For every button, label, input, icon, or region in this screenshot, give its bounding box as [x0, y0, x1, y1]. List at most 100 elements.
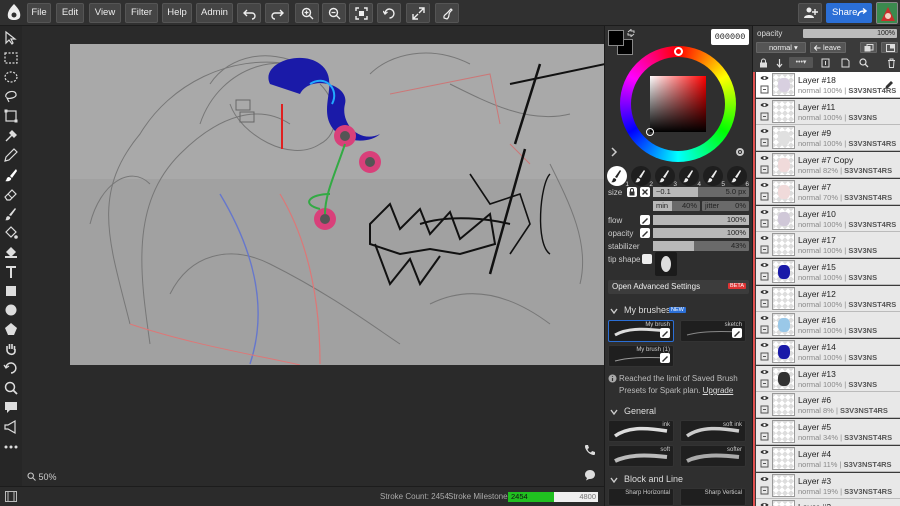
layer-row[interactable]: Layer #4 normal 11% | S3V3NST4RS [756, 445, 900, 472]
layer-row[interactable]: Layer #5 normal 34% | S3V3NST4RS [756, 419, 900, 446]
edit-layer-icon[interactable] [884, 80, 894, 90]
eye-icon[interactable] [760, 315, 769, 321]
blend-mode-select[interactable]: normal ▾ [756, 42, 806, 53]
eye-icon[interactable] [760, 128, 769, 134]
eye-icon[interactable] [760, 342, 769, 348]
redo-button[interactable] [265, 3, 289, 23]
layer-lock-icon[interactable] [760, 459, 769, 468]
flow-pressure-toggle[interactable] [640, 215, 650, 225]
chevron-down-icon[interactable] [610, 477, 618, 483]
layer-row[interactable]: Layer #7 normal 70% | S3V3NST4RS [756, 178, 900, 205]
layer-row[interactable]: Layer #3 normal 19% | S3V3NST4RS [756, 472, 900, 499]
eye-icon[interactable] [760, 476, 769, 482]
share-drawing-button[interactable] [435, 3, 459, 23]
hand-icon[interactable] [3, 341, 19, 357]
layer-row[interactable]: Layer #10 normal 100% | S3V3NST4RS [756, 205, 900, 232]
menu-edit[interactable]: Edit [56, 3, 84, 23]
eye-icon[interactable] [760, 235, 769, 241]
select-ellipse-icon[interactable] [3, 69, 19, 85]
chevron-down-icon[interactable] [610, 308, 618, 314]
brush-preset-soft[interactable]: soft [608, 445, 674, 467]
layer-opacity-slider[interactable]: 100% [803, 29, 897, 38]
rotate-view-button[interactable] [377, 3, 401, 23]
eye-icon[interactable] [760, 369, 769, 375]
primary-color-swatch[interactable] [608, 30, 624, 46]
eye-icon[interactable] [760, 75, 769, 81]
lasso-icon[interactable] [3, 88, 19, 104]
size-slider[interactable]: ~0.1 5.0 px [653, 187, 749, 197]
undo-button[interactable] [237, 3, 261, 23]
layer-lock-icon[interactable] [760, 379, 769, 388]
ellipse-icon[interactable] [3, 302, 19, 318]
layer-lock-icon[interactable] [760, 219, 769, 228]
brush-type-4[interactable]: 4 [679, 166, 701, 188]
jitter-slider[interactable]: jitter 0% [702, 201, 749, 211]
menu-filter[interactable]: Filter [125, 3, 158, 23]
transform-icon[interactable] [3, 108, 19, 124]
filmstrip-icon[interactable] [5, 491, 17, 502]
layer-lock-icon[interactable] [760, 325, 769, 334]
size-lock-button[interactable] [627, 187, 637, 197]
chat-icon[interactable] [584, 469, 596, 481]
min-slider[interactable]: min 40% [653, 201, 700, 211]
layer-row[interactable]: Layer #6 normal 8% | S3V3NST4RS [756, 392, 900, 419]
edit-preset-button[interactable] [732, 328, 742, 338]
size-close-button[interactable] [640, 187, 650, 197]
select-rect-icon[interactable] [3, 50, 19, 66]
layer-lock-icon[interactable] [760, 245, 769, 254]
fill-bucket-icon[interactable] [3, 225, 19, 241]
menu-view[interactable]: View [89, 3, 121, 23]
leave-button[interactable]: leave [810, 42, 846, 53]
brush-type-5[interactable]: 5 [703, 166, 725, 188]
zoom-indicator[interactable]: 50% [27, 472, 57, 482]
zoom-out-button[interactable] [322, 3, 346, 23]
layer-lock-icon[interactable] [760, 138, 769, 147]
brush-preset-sharp-horizontal[interactable]: Sharp Horizontal [608, 488, 674, 506]
brush-preset-my-brush[interactable]: My brush [608, 320, 674, 342]
brush-preset-softer[interactable]: softer [680, 445, 746, 467]
text-icon[interactable] [3, 264, 19, 280]
stabilizer-slider[interactable]: 43% [653, 241, 749, 251]
layer-lock-icon[interactable] [760, 192, 769, 201]
gradient-icon[interactable] [3, 244, 19, 260]
tip-shape-preview[interactable] [655, 252, 677, 276]
eye-icon[interactable] [760, 262, 769, 268]
brush-preset-my-brush-1[interactable]: My brush (1) [608, 345, 674, 367]
edit-preset-button[interactable] [660, 328, 670, 338]
color-picker-handle[interactable] [646, 128, 654, 136]
opacity-slider[interactable]: 100% [653, 228, 749, 238]
menu-file[interactable]: File [27, 3, 51, 23]
layer-lock-icon[interactable] [760, 272, 769, 281]
layer-lock-icon[interactable] [760, 486, 769, 495]
megaphone-icon[interactable] [3, 419, 19, 435]
brush-type-6[interactable]: 6 [727, 166, 749, 188]
hue-ring[interactable] [620, 46, 736, 162]
add-user-button[interactable] [798, 3, 822, 23]
layer-row[interactable]: Layer #7 Copy normal 82% | S3V3NST4RS [756, 152, 900, 179]
rectangle-icon[interactable] [3, 283, 19, 299]
duplicate-layer-button[interactable] [860, 42, 877, 53]
layer-file-icon[interactable] [841, 58, 850, 68]
rotate-tool-icon[interactable] [3, 360, 19, 376]
brush-preset-soft-ink[interactable]: soft ink [680, 420, 746, 442]
swap-colors-icon[interactable] [627, 29, 635, 37]
hue-handle[interactable] [674, 47, 683, 56]
opacity-pressure-toggle[interactable] [640, 228, 650, 238]
layer-lock-icon[interactable] [760, 299, 769, 308]
edit-preset-button[interactable] [660, 353, 670, 363]
eye-icon[interactable] [760, 449, 769, 455]
advanced-settings-button[interactable]: Open Advanced Settings BETA [608, 280, 749, 294]
zoom-tool-icon[interactable] [3, 380, 19, 396]
eye-icon[interactable] [760, 209, 769, 215]
brush-type-2[interactable]: 2 [631, 166, 653, 188]
saturation-value-square[interactable] [650, 76, 706, 132]
eye-icon[interactable] [760, 102, 769, 108]
layer-row[interactable]: Layer #11 normal 100% | S3V3NS [756, 98, 900, 125]
chevron-down-icon[interactable] [610, 409, 618, 415]
search-icon[interactable] [859, 58, 869, 68]
brush-preset-sketch[interactable]: sketch [680, 320, 746, 342]
more-tools-icon[interactable] [3, 439, 19, 455]
brush-icon[interactable] [3, 167, 19, 183]
polygon-icon[interactable] [3, 321, 19, 337]
brush-preset-ink[interactable]: ink [608, 420, 674, 442]
